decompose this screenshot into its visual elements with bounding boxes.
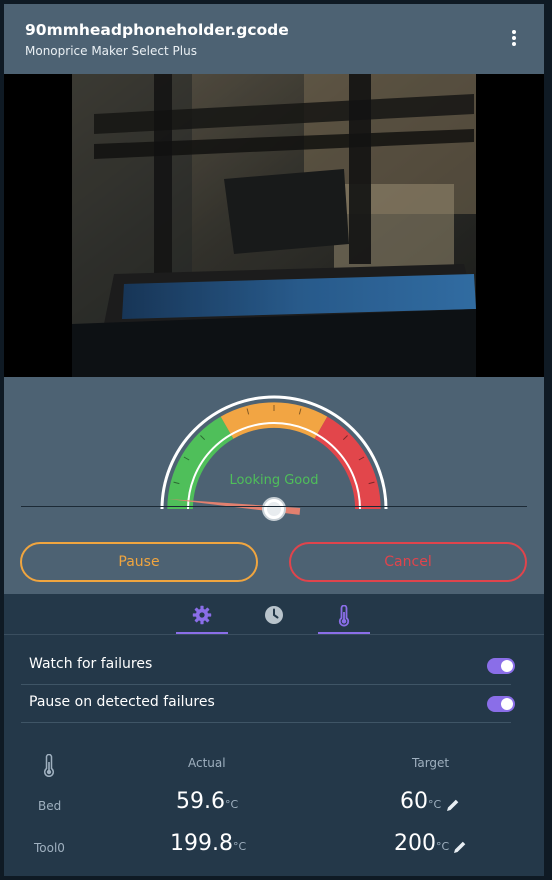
tool0-actual-value: 199.8 [170,831,233,856]
target-header: Target [412,756,450,770]
actual-header: Actual [188,756,226,770]
tab-divider [4,634,544,635]
bed-actual-value: 59.6 [176,789,225,814]
kebab-menu-icon[interactable] [508,30,520,50]
printer-card: 90mmheadphoneholder.gcode Monoprice Make… [4,4,544,876]
tool0-actual-unit: °C [232,840,247,853]
watch-for-failures-toggle[interactable] [487,658,515,674]
printer-name: Monoprice Maker Select Plus [25,44,197,58]
bed-target-temp[interactable]: 60°C [400,789,441,814]
bed-target-unit: °C [428,798,442,811]
failure-gauge: Looking Good [160,395,388,521]
setting-watch-for-failures: Watch for failures [21,647,515,685]
bed-actual-unit: °C [224,798,239,811]
bed-target-value: 60 [400,789,428,814]
tool0-target-value: 200 [394,831,436,856]
pause-button[interactable]: Pause [20,542,258,582]
thermometer-icon [338,605,350,627]
tab-settings[interactable] [176,602,228,634]
gauge-status-text: Looking Good [230,473,319,488]
watch-for-failures-label: Watch for failures [29,656,153,672]
setting-pause-on-failures: Pause on detected failures [21,685,515,723]
webcam-image [4,74,544,377]
tool0-actual-temp: 199.8°C [170,831,246,856]
gauge-hub-inner [267,502,281,516]
pause-on-failures-label: Pause on detected failures [29,694,215,710]
clock-icon [265,606,283,624]
tool0-target-unit: °C [436,840,450,853]
tab-bar [4,602,544,634]
cancel-button[interactable]: Cancel [289,542,527,582]
webcam-feed [4,74,544,377]
failure-gauge-panel: Looking Good Pause Cancel [4,377,544,594]
gear-icon [192,605,212,625]
tool0-label: Tool0 [34,841,65,855]
bed-label: Bed [38,799,62,813]
tool0-target-temp[interactable]: 200°C [394,831,449,856]
tab-temperature[interactable] [318,602,370,634]
temperature-table-thermometer-icon [44,754,54,777]
tab-time[interactable] [248,602,300,634]
edit-bed-target-pencil-icon[interactable] [446,798,460,812]
gcode-file-title: 90mmheadphoneholder.gcode [25,21,289,39]
pause-on-failures-toggle[interactable] [487,696,515,712]
edit-tool0-target-pencil-icon[interactable] [453,840,467,854]
gauge-baseline [21,506,527,507]
bed-actual-temp: 59.6°C [176,789,238,814]
card-header: 90mmheadphoneholder.gcode Monoprice Make… [4,4,544,74]
